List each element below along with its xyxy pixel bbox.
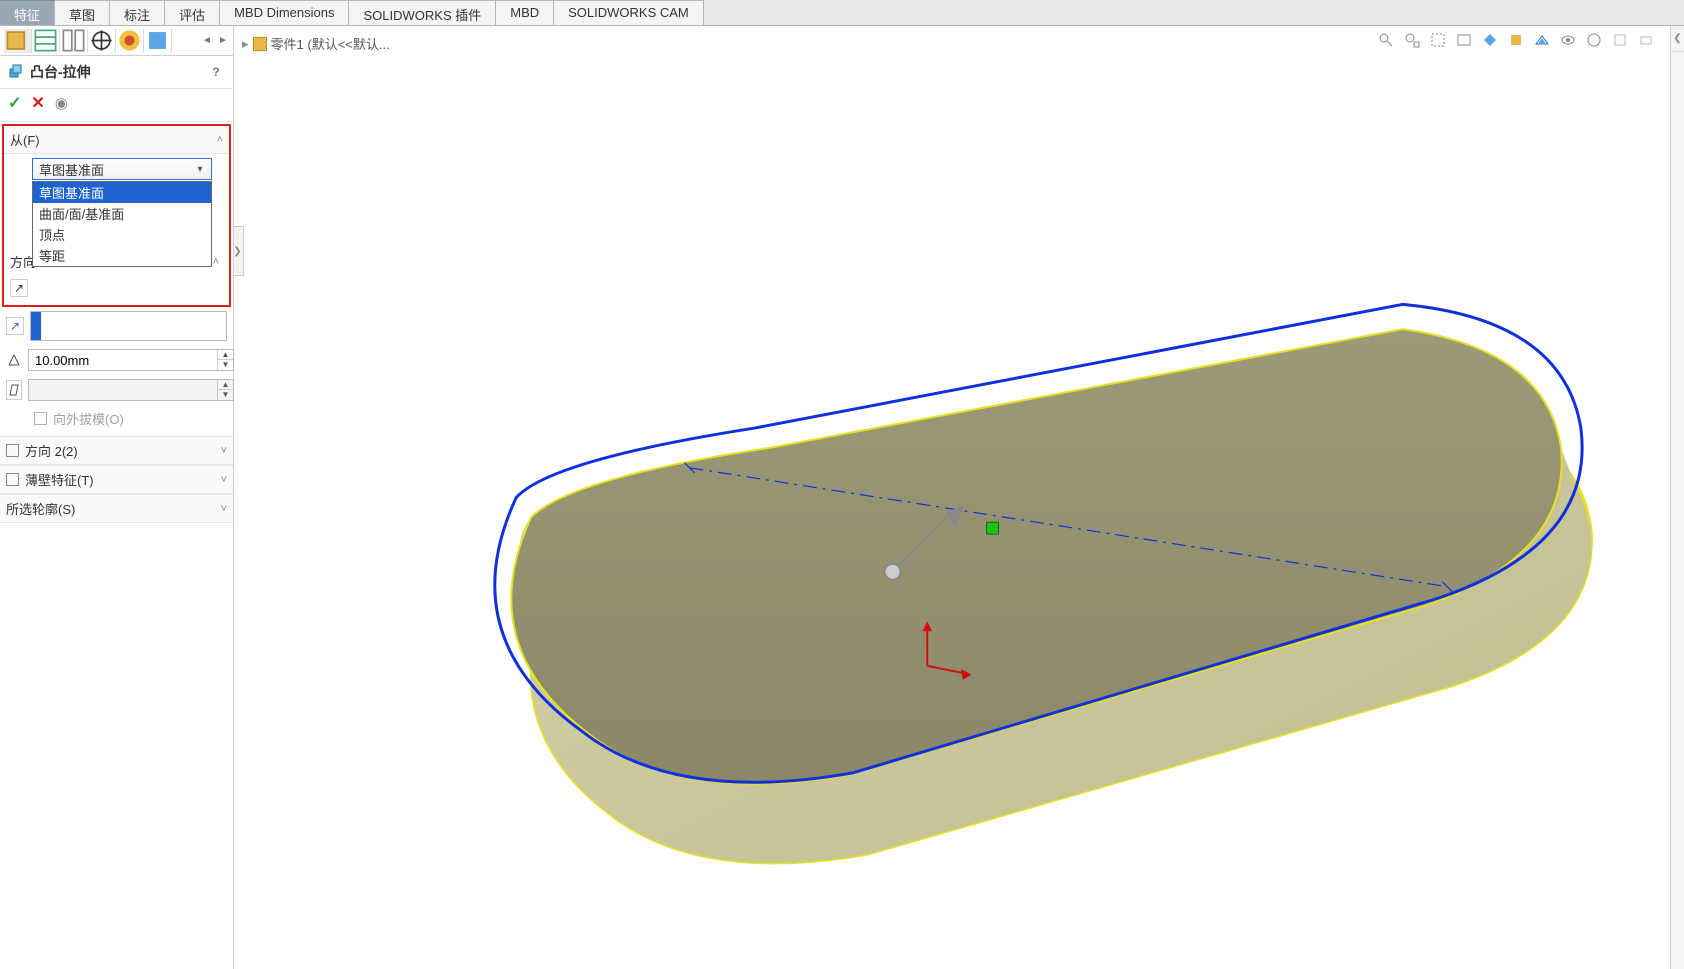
- tab-sketch[interactable]: 草图: [55, 0, 110, 25]
- contours-header[interactable]: 所选轮廓(S) ˅: [0, 494, 233, 523]
- apply-scene-icon[interactable]: [1610, 30, 1630, 50]
- confirm-row: ✓ ✕ ◉: [0, 89, 233, 122]
- tab-mbd-dim[interactable]: MBD Dimensions: [220, 0, 349, 25]
- flyout-expand-handle[interactable]: ❯: [234, 226, 244, 276]
- command-manager-tabs: 特征 草图 标注 评估 MBD Dimensions SOLIDWORKS 插件…: [0, 0, 1684, 26]
- draft-spinner[interactable]: ▲ ▼: [28, 379, 234, 401]
- view-orientation-icon[interactable]: [1506, 30, 1526, 50]
- draft-spin-buttons: ▲ ▼: [217, 380, 233, 400]
- expand-dir2-icon[interactable]: ˅: [221, 445, 227, 457]
- display-style-icon[interactable]: [1532, 30, 1552, 50]
- selection-indicator: [31, 312, 41, 340]
- breadcrumb-arrow-icon: ▸: [242, 36, 249, 52]
- direction-reference-icon[interactable]: ↗: [6, 317, 24, 335]
- collapse-dir1-icon[interactable]: ˄: [213, 256, 219, 268]
- tab-annotate[interactable]: 标注: [110, 0, 165, 25]
- direction2-label: 方向 2(2): [25, 441, 78, 460]
- breadcrumb-text: 零件1 (默认<<默认...: [271, 34, 390, 53]
- panel-tab-extra[interactable]: [144, 29, 172, 53]
- from-opt-vertex[interactable]: 顶点: [33, 224, 211, 245]
- feature-title-row: 凸台-拉伸 ?: [0, 56, 233, 89]
- tab-mbd[interactable]: MBD: [496, 0, 554, 25]
- feature-title: 凸台-拉伸: [30, 62, 91, 82]
- panel-tab-bar: ◄ ►: [0, 26, 233, 56]
- draft-outward-row: 向外拔模(O): [0, 405, 233, 436]
- draft-spin-down[interactable]: ▼: [218, 390, 233, 400]
- panel-tab-dimxpert[interactable]: [88, 29, 116, 53]
- task-pane-toggle[interactable]: ❮: [1671, 26, 1684, 52]
- depth-spin-up[interactable]: ▲: [218, 350, 233, 360]
- chevron-down-icon: ▾: [193, 164, 207, 175]
- depth-row: ▲ ▼: [0, 345, 233, 375]
- draft-row: ▲ ▼: [0, 375, 233, 405]
- draft-spin-up[interactable]: ▲: [218, 380, 233, 390]
- depth-input[interactable]: [29, 350, 217, 370]
- from-dropdown-list: 草图基准面 曲面/面/基准面 顶点 等距: [32, 181, 212, 267]
- ok-button[interactable]: ✓: [8, 93, 21, 113]
- property-manager-panel: ◄ ► 凸台-拉伸 ? ✓ ✕ ◉ 从(F) ˄ 草图基准面: [0, 26, 234, 969]
- zoom-icon[interactable]: [1376, 30, 1396, 50]
- from-dropdown-value: 草图基准面: [39, 160, 104, 179]
- reverse-direction-button[interactable]: ↗: [10, 279, 28, 297]
- from-section-label: 从(F): [10, 130, 40, 149]
- model-render: [234, 26, 1670, 969]
- panel-tab-config-mgr[interactable]: [60, 29, 88, 53]
- contours-label: 所选轮廓(S): [6, 499, 75, 518]
- thinwall-checkbox[interactable]: [6, 473, 19, 486]
- cancel-button[interactable]: ✕: [31, 93, 44, 113]
- from-opt-surface[interactable]: 曲面/面/基准面: [33, 203, 211, 224]
- expand-thinwall-icon[interactable]: ˅: [221, 474, 227, 486]
- panel-tab-property-mgr[interactable]: [32, 29, 60, 53]
- from-opt-sketchplane[interactable]: 草图基准面: [33, 182, 211, 203]
- direction2-header[interactable]: 方向 2(2) ˅: [0, 436, 233, 465]
- collapse-from-icon[interactable]: ˄: [217, 134, 223, 146]
- expand-contours-icon[interactable]: ˅: [221, 503, 227, 515]
- detailed-preview-icon[interactable]: ◉: [55, 94, 68, 112]
- draft-outward-label: 向外拔模(O): [53, 409, 124, 428]
- direction2-checkbox[interactable]: [6, 444, 19, 457]
- panel-tabs-scroll-right[interactable]: ►: [215, 29, 231, 53]
- depth-icon: [6, 350, 22, 370]
- section-view-icon[interactable]: [1480, 30, 1500, 50]
- thinwall-label: 薄壁特征(T): [25, 470, 94, 489]
- tab-features[interactable]: 特征: [0, 0, 55, 25]
- tab-sw-cam[interactable]: SOLIDWORKS CAM: [554, 0, 704, 25]
- draft-toggle-button[interactable]: [6, 380, 22, 400]
- thinwall-header[interactable]: 薄壁特征(T) ˅: [0, 465, 233, 494]
- direction-selection-box[interactable]: [30, 311, 227, 341]
- zoom-fit-icon[interactable]: [1402, 30, 1422, 50]
- tab-sw-addin[interactable]: SOLIDWORKS 插件: [349, 0, 496, 25]
- breadcrumb[interactable]: ▸ 零件1 (默认<<默认...: [242, 34, 390, 53]
- depth-spin-buttons: ▲ ▼: [217, 350, 233, 370]
- zoom-window-icon[interactable]: [1428, 30, 1448, 50]
- task-pane-gutter: ❮: [1670, 26, 1684, 969]
- hide-show-icon[interactable]: [1558, 30, 1578, 50]
- panel-tabs-scroll-left[interactable]: ◄: [199, 29, 215, 53]
- from-dropdown[interactable]: 草图基准面 ▾ 草图基准面 曲面/面/基准面 顶点 等距: [32, 158, 212, 180]
- view-settings-icon[interactable]: [1636, 30, 1656, 50]
- help-icon[interactable]: ?: [207, 63, 225, 81]
- edit-appearance-icon[interactable]: [1584, 30, 1604, 50]
- prev-view-icon[interactable]: [1454, 30, 1474, 50]
- graphics-viewport[interactable]: ▸ 零件1 (默认<<默认... ❯: [234, 26, 1670, 969]
- highlighted-from-section: 从(F) ˄ 草图基准面 ▾ 草图基准面 曲面/面/基准面 顶点 等距 方向: [2, 124, 231, 307]
- part-cube-icon: [253, 37, 267, 51]
- boss-extrude-icon: [8, 63, 24, 82]
- heads-up-view-toolbar: [1376, 30, 1656, 50]
- panel-tab-feature-tree[interactable]: [4, 29, 32, 53]
- draft-input[interactable]: [29, 380, 217, 400]
- tab-evaluate[interactable]: 评估: [165, 0, 220, 25]
- panel-tab-display-mgr[interactable]: [116, 29, 144, 53]
- depth-spinner[interactable]: ▲ ▼: [28, 349, 234, 371]
- draft-outward-checkbox[interactable]: [34, 412, 47, 425]
- from-opt-offset[interactable]: 等距: [33, 245, 211, 266]
- workspace: ◄ ► 凸台-拉伸 ? ✓ ✕ ◉ 从(F) ˄ 草图基准面: [0, 26, 1684, 969]
- depth-spin-down[interactable]: ▼: [218, 360, 233, 370]
